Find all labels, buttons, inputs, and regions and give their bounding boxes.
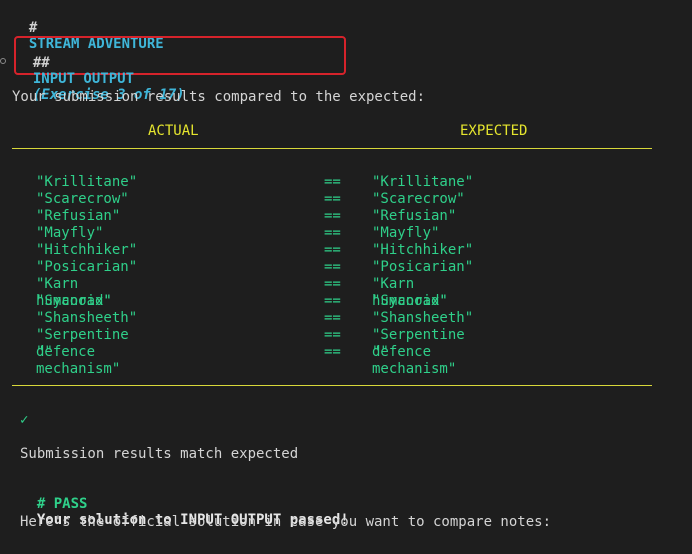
bottom-divider (12, 385, 652, 386)
pass-label: # PASS (36, 496, 88, 512)
expected-cell: "Mayfly" (372, 225, 440, 241)
intro-text: Your submission results compared to the … (12, 89, 426, 105)
actual-cell: "Krillitane" (36, 174, 138, 190)
equals-cell: == (324, 327, 341, 343)
equals-cell: == (324, 344, 341, 360)
exercise-hash: ## (32, 55, 50, 71)
expected-cell: "Hitchhiker" (372, 242, 474, 258)
top-divider (12, 148, 652, 149)
check-icon: ✓ (20, 412, 29, 428)
expected-cell: "Sycorax" (372, 293, 448, 309)
expected-cell: "Scarecrow" (372, 191, 465, 207)
equals-cell: == (324, 242, 341, 258)
equals-cell: == (324, 191, 341, 207)
actual-cell: "Sycorax" (36, 293, 112, 309)
equals-cell: == (324, 276, 341, 292)
heading-hash: # (28, 20, 38, 36)
actual-cell: "Hitchhiker" (36, 242, 138, 258)
equals-cell: == (324, 293, 341, 309)
equals-cell: == (324, 310, 341, 326)
equals-cell: == (324, 208, 341, 224)
actual-cell: "" (36, 344, 53, 360)
column-actual-header: ACTUAL (148, 123, 199, 139)
expected-cell: "Posicarian" (372, 259, 474, 275)
actual-cell: "Shansheeth" (36, 310, 138, 326)
equals-cell: == (324, 174, 341, 190)
expected-cell: "Shansheeth" (372, 310, 474, 326)
actual-cell: "Mayfly" (36, 225, 104, 241)
expected-cell: "" (372, 344, 389, 360)
exercise-title: INPUT OUTPUT (32, 71, 135, 87)
actual-cell: "Posicarian" (36, 259, 138, 275)
equals-cell: == (324, 259, 341, 275)
actual-cell: "Scarecrow" (36, 191, 129, 207)
expected-cell: "Refusian" (372, 208, 457, 224)
expected-cell: "Krillitane" (372, 174, 474, 190)
equals-cell: == (324, 225, 341, 241)
match-message: Submission results match expected (20, 446, 299, 462)
footer-text: Here's the official solution in case you… (20, 514, 552, 530)
actual-cell: "Refusian" (36, 208, 121, 224)
column-expected-header: EXPECTED (460, 123, 528, 139)
gutter-marker-icon (0, 58, 6, 64)
